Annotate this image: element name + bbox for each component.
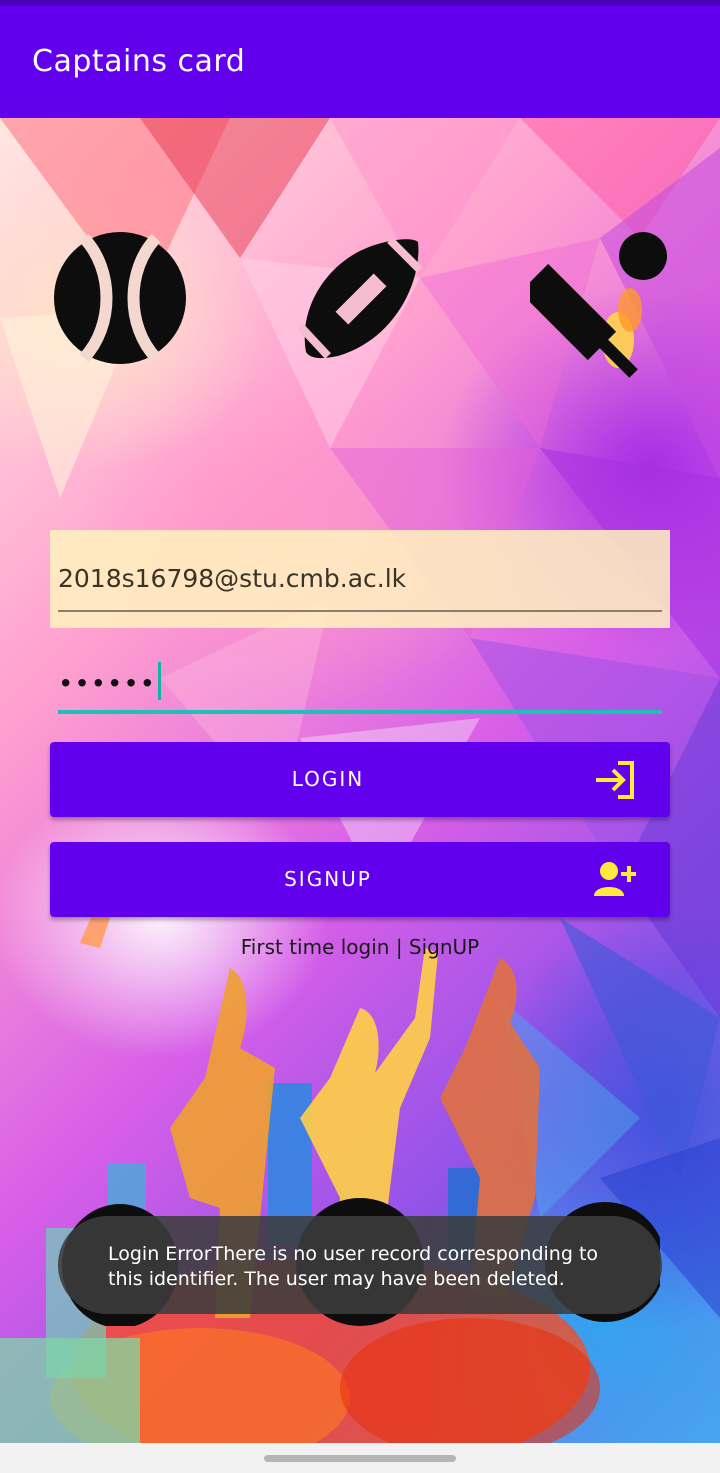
rugby-ball-icon — [298, 238, 422, 359]
password-underline — [58, 710, 662, 714]
signup-hint: First time login | SignUP — [0, 935, 720, 959]
password-value: •••••• — [58, 669, 157, 700]
signup-link[interactable]: SignUP — [409, 935, 479, 959]
login-button-label: LOGIN — [291, 767, 365, 791]
home-gesture-handle[interactable] — [264, 1455, 456, 1462]
signup-button-label: SIGNUP — [284, 867, 372, 891]
email-underline — [58, 610, 662, 612]
toast-message: Login ErrorThere is no user record corre… — [108, 1243, 599, 1290]
error-toast: Login ErrorThere is no user record corre… — [58, 1216, 662, 1314]
signup-button[interactable]: SIGNUP — [50, 842, 670, 917]
email-field[interactable]: 2018s16798@stu.cmb.ac.lk — [50, 530, 670, 628]
tennis-ball-icon — [54, 232, 186, 364]
cricket-bat-ball-icon — [530, 232, 667, 378]
email-input[interactable]: 2018s16798@stu.cmb.ac.lk — [58, 564, 406, 593]
add-user-icon — [594, 862, 636, 896]
password-input[interactable]: •••••• — [58, 662, 162, 704]
login-button[interactable]: LOGIN — [50, 742, 670, 817]
app-title: Captains card — [32, 44, 246, 79]
password-field[interactable]: •••••• — [50, 640, 670, 720]
text-cursor — [158, 662, 162, 700]
signup-hint-text: First time login | — [240, 935, 409, 959]
system-navigation-bar — [0, 1443, 720, 1473]
app-bar: Captains card — [0, 6, 720, 118]
login-arrow-icon — [596, 761, 634, 799]
